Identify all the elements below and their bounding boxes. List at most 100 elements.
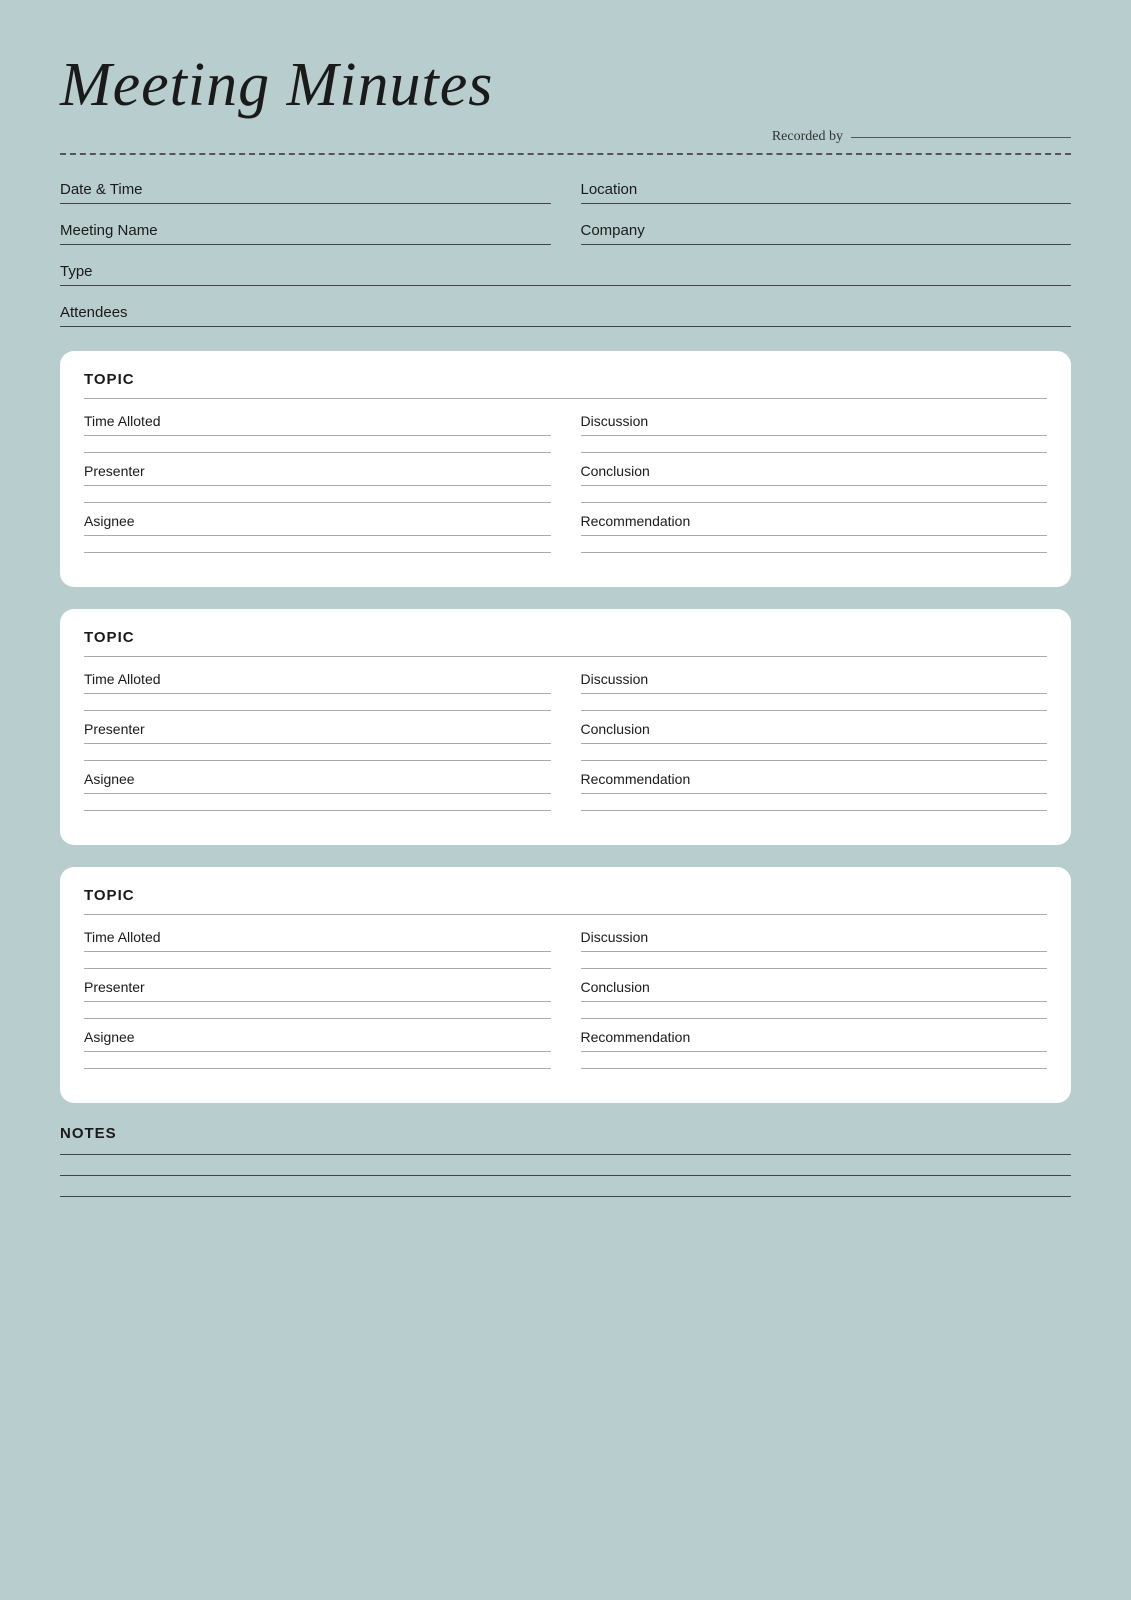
notes-label: NOTES (60, 1125, 1071, 1142)
topic-right-line2-3-2 (581, 1018, 1048, 1019)
topic-left-line1-2-3 (84, 793, 551, 794)
topic-left-line1-1-3 (84, 535, 551, 536)
topic-grid-1: Time Alloted Presenter Asignee Discussion Co… (84, 413, 1047, 563)
topic-right-field-2-1: Discussion (581, 671, 1048, 711)
date-time-label: Date & Time (60, 181, 143, 198)
topic-right-line1-3-1 (581, 951, 1048, 952)
topic-right-label-1-3: Recommendation (581, 513, 1048, 529)
topic-left-line2-2-2 (84, 760, 551, 761)
topic-right-col-3: Discussion Conclusion Recommendation (581, 929, 1048, 1079)
topic-left-label-3-1: Time Alloted (84, 929, 551, 945)
recorded-by-line (851, 137, 1071, 138)
topic-left-field-3-2: Presenter (84, 979, 551, 1019)
notes-line-1 (60, 1154, 1071, 1155)
type-label: Type (60, 263, 93, 280)
topic-right-line2-3-1 (581, 968, 1048, 969)
topic-right-field-3-1: Discussion (581, 929, 1048, 969)
topic-right-field-3-2: Conclusion (581, 979, 1048, 1019)
topic-right-col-2: Discussion Conclusion Recommendation (581, 671, 1048, 821)
topic-right-label-1-1: Discussion (581, 413, 1048, 429)
topic-right-line2-2-1 (581, 710, 1048, 711)
topic-right-line2-2-2 (581, 760, 1048, 761)
topic-left-line2-2-3 (84, 810, 551, 811)
topic-right-line1-2-2 (581, 743, 1048, 744)
topic-left-label-3-3: Asignee (84, 1029, 551, 1045)
topic-left-label-3-2: Presenter (84, 979, 551, 995)
topic-right-field-1-1: Discussion (581, 413, 1048, 453)
topic-left-col-1: Time Alloted Presenter Asignee (84, 413, 551, 563)
topic-right-field-3-3: Recommendation (581, 1029, 1048, 1069)
topic-left-label-1-3: Asignee (84, 513, 551, 529)
topic-left-field-1-1: Time Alloted (84, 413, 551, 453)
company-label: Company (581, 222, 645, 239)
topic-right-line2-1-3 (581, 552, 1048, 553)
topic-right-label-1-2: Conclusion (581, 463, 1048, 479)
topic-right-line1-3-3 (581, 1051, 1048, 1052)
topic-left-line1-1-1 (84, 435, 551, 436)
topic-left-line2-3-3 (84, 1068, 551, 1069)
topic-left-label-1-1: Time Alloted (84, 413, 551, 429)
topic-left-line1-1-2 (84, 485, 551, 486)
topic-left-field-1-2: Presenter (84, 463, 551, 503)
topic-left-label-2-1: Time Alloted (84, 671, 551, 687)
company-field: Company (581, 214, 1072, 245)
topic-grid-3: Time Alloted Presenter Asignee Discussion Co… (84, 929, 1047, 1079)
topic-left-label-1-2: Presenter (84, 463, 551, 479)
header-fields: Date & Time Location Meeting Name Compan… (60, 173, 1071, 327)
topic-right-line1-2-1 (581, 693, 1048, 694)
dashed-divider (60, 153, 1071, 155)
notes-line-3 (60, 1196, 1071, 1197)
topic-header-3: TOPIC (84, 887, 1047, 915)
topic-header-1: TOPIC (84, 371, 1047, 399)
topic-left-label-2-3: Asignee (84, 771, 551, 787)
page-title: Meeting Minutes (60, 50, 1071, 121)
topic-cards: TOPIC Time Alloted Presenter Asignee Discuss… (60, 351, 1071, 1103)
meeting-name-field: Meeting Name (60, 214, 551, 245)
topic-left-label-2-2: Presenter (84, 721, 551, 737)
topic-right-line2-1-1 (581, 452, 1048, 453)
recorded-by-label: Recorded by (772, 129, 843, 145)
topic-left-field-1-3: Asignee (84, 513, 551, 553)
topic-grid-2: Time Alloted Presenter Asignee Discussion Co… (84, 671, 1047, 821)
topic-left-field-2-3: Asignee (84, 771, 551, 811)
topic-left-line1-2-2 (84, 743, 551, 744)
topic-left-line2-3-2 (84, 1018, 551, 1019)
topic-right-line2-3-3 (581, 1068, 1048, 1069)
attendees-label: Attendees (60, 304, 128, 321)
topic-left-field-2-2: Presenter (84, 721, 551, 761)
topic-left-col-2: Time Alloted Presenter Asignee (84, 671, 551, 821)
topic-left-line2-2-1 (84, 710, 551, 711)
notes-line-2 (60, 1175, 1071, 1176)
meeting-name-label: Meeting Name (60, 222, 158, 239)
topic-right-line2-2-3 (581, 810, 1048, 811)
type-field: Type (60, 255, 1071, 286)
attendees-field: Attendees (60, 296, 1071, 327)
topic-left-field-2-1: Time Alloted (84, 671, 551, 711)
header-row-1: Date & Time Location (60, 173, 1071, 214)
topic-card-1: TOPIC Time Alloted Presenter Asignee Discuss… (60, 351, 1071, 587)
topic-right-line1-1-3 (581, 535, 1048, 536)
topic-right-label-3-2: Conclusion (581, 979, 1048, 995)
location-field: Location (581, 173, 1072, 204)
topic-right-line1-3-2 (581, 1001, 1048, 1002)
topic-left-line2-3-1 (84, 968, 551, 969)
topic-card-2: TOPIC Time Alloted Presenter Asignee Discuss… (60, 609, 1071, 845)
topic-right-field-1-3: Recommendation (581, 513, 1048, 553)
topic-left-field-3-1: Time Alloted (84, 929, 551, 969)
topic-right-line1-2-3 (581, 793, 1048, 794)
topic-header-2: TOPIC (84, 629, 1047, 657)
topic-right-field-1-2: Conclusion (581, 463, 1048, 503)
topic-right-col-1: Discussion Conclusion Recommendation (581, 413, 1048, 563)
topic-left-line2-1-1 (84, 452, 551, 453)
header-row-2: Meeting Name Company (60, 214, 1071, 255)
topic-right-label-2-2: Conclusion (581, 721, 1048, 737)
topic-right-label-2-1: Discussion (581, 671, 1048, 687)
topic-card-3: TOPIC Time Alloted Presenter Asignee Discuss… (60, 867, 1071, 1103)
topic-right-field-2-2: Conclusion (581, 721, 1048, 761)
topic-right-line1-1-2 (581, 485, 1048, 486)
topic-left-line2-1-2 (84, 502, 551, 503)
topic-right-line2-1-2 (581, 502, 1048, 503)
notes-section: NOTES (60, 1125, 1071, 1197)
topic-right-field-2-3: Recommendation (581, 771, 1048, 811)
location-label: Location (581, 181, 638, 198)
